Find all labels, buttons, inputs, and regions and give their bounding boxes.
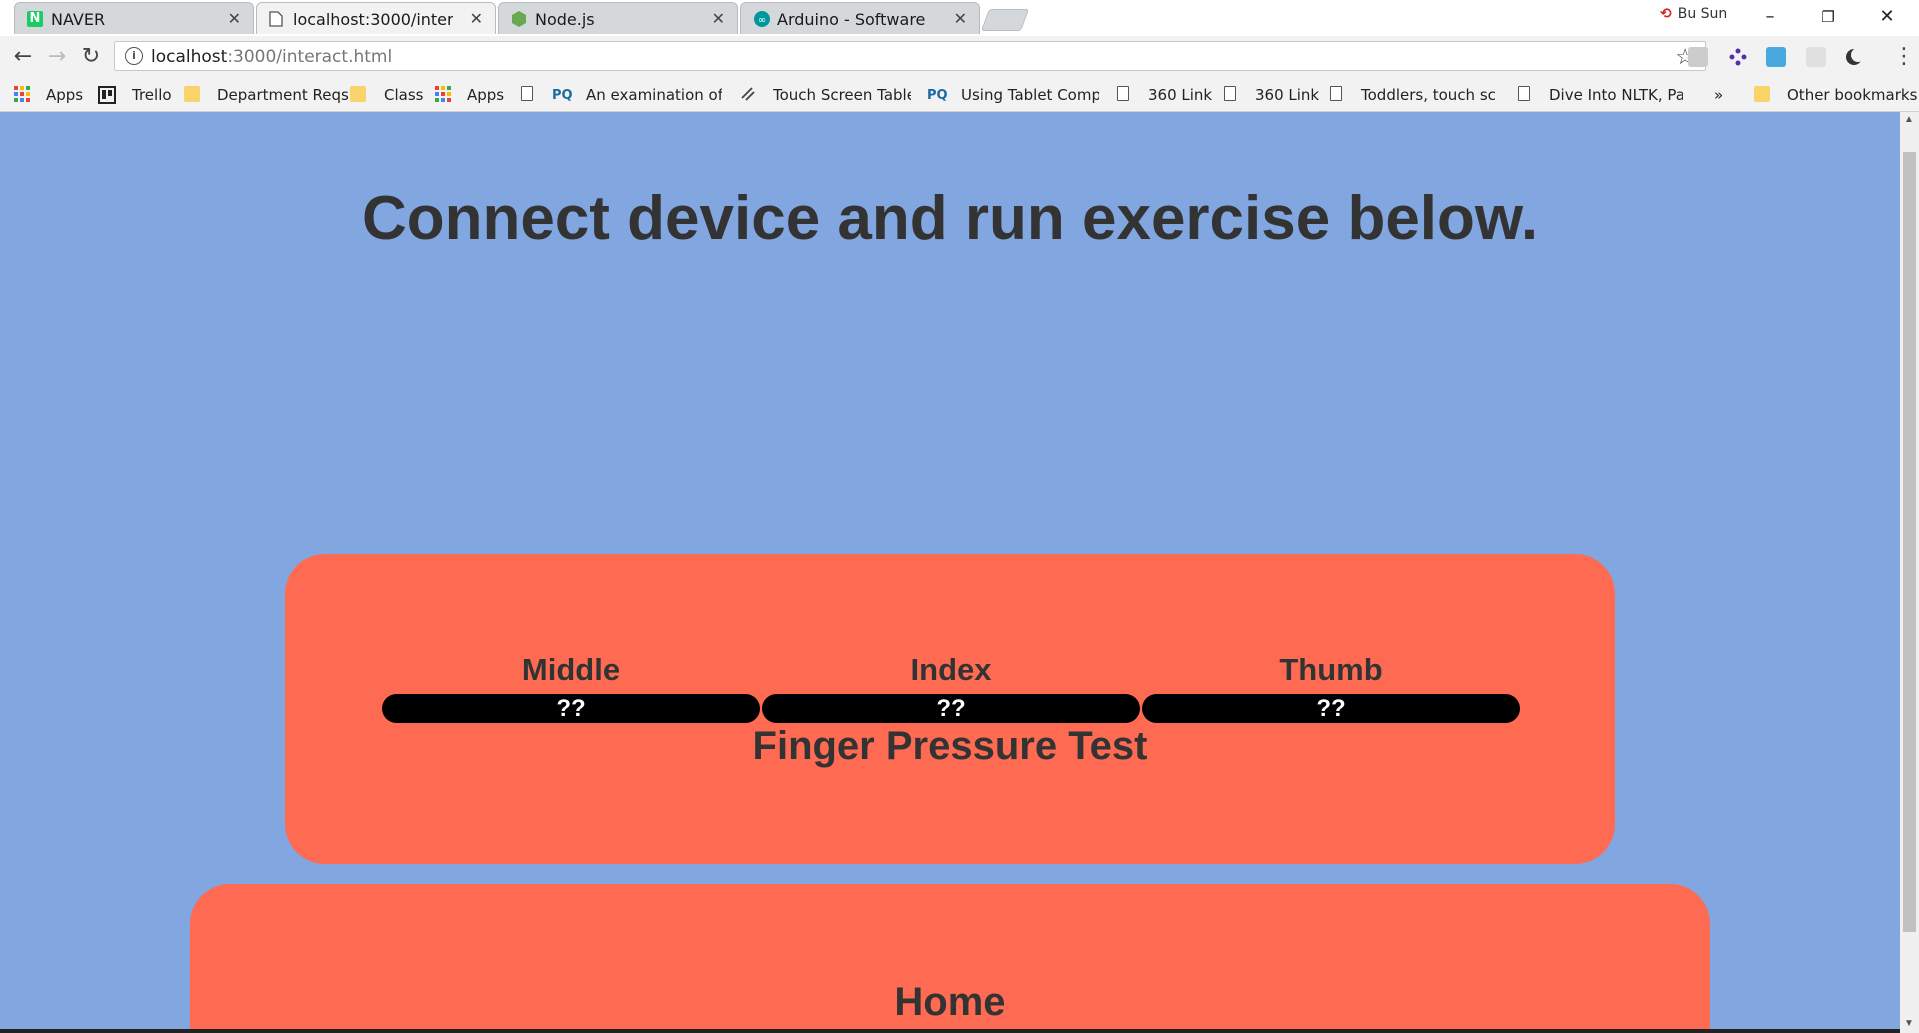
tab-nodejs[interactable]: Node.js ✕	[498, 2, 738, 34]
arduino-icon: ∞	[753, 11, 770, 27]
close-window-button[interactable]: ✕	[1867, 4, 1907, 30]
page-icon	[521, 86, 533, 101]
reload-button[interactable]: ↻	[78, 44, 104, 70]
bookmark-360-link[interactable]: 360 Link	[1148, 86, 1212, 104]
finger-middle: Middle ??	[382, 652, 760, 723]
page-content: Connect device and run exercise below. M…	[0, 112, 1900, 1033]
forward-button[interactable]: →	[44, 44, 70, 70]
bookmark-department-reqs[interactable]: Department Reqs	[217, 86, 349, 104]
pressure-value-bar: ??	[382, 694, 760, 723]
bookmark-apps-2[interactable]: Apps	[467, 86, 504, 104]
bookmark-touch-screen[interactable]: Touch Screen Tablets	[773, 86, 911, 104]
tab-arduino[interactable]: ∞ Arduino - Software ✕	[740, 2, 980, 34]
url-text: localhost:3000/interact.html	[151, 47, 393, 67]
address-bar[interactable]: i localhost:3000/interact.html ☆	[114, 41, 1706, 71]
page-icon	[1117, 86, 1129, 101]
folder-icon	[350, 86, 366, 102]
link-icon	[740, 86, 756, 102]
tab-label: Node.js	[535, 10, 595, 29]
new-tab-button[interactable]	[980, 9, 1030, 31]
scroll-up-icon[interactable]: ▲	[1904, 114, 1914, 125]
bookmark-360-link-2[interactable]: 360 Link	[1255, 86, 1319, 104]
bookmark-toddlers[interactable]: Toddlers, touch scre	[1361, 86, 1495, 104]
pressure-value-bar: ??	[1142, 694, 1520, 723]
extension-moon-icon[interactable]	[1844, 47, 1865, 67]
finger-label: Thumb	[1279, 652, 1383, 687]
scroll-down-icon[interactable]: ▼	[1904, 1018, 1914, 1029]
bookmarks-bar: Apps Trello Department Reqs Class Apps P…	[0, 78, 1919, 112]
tab-label: Arduino - Software	[777, 10, 926, 29]
minimize-button[interactable]: –	[1750, 4, 1790, 30]
apps-icon	[14, 86, 30, 102]
bookmark-dive-into-nltk[interactable]: Dive Into NLTK, Part	[1549, 86, 1683, 104]
page-icon	[1330, 86, 1342, 101]
page-icon	[1224, 86, 1236, 101]
browser-toolbar: ← → ↻ i localhost:3000/interact.html ☆ ⋮	[0, 36, 1919, 78]
close-icon[interactable]: ✕	[228, 9, 241, 28]
close-icon[interactable]: ✕	[712, 9, 725, 28]
tab-label: localhost:3000/interact.html	[293, 10, 453, 29]
page-icon	[1518, 86, 1530, 101]
pq-icon: PQ	[927, 88, 948, 103]
taskbar-edge	[0, 1029, 1900, 1033]
scrollbar[interactable]: ▲ ▼	[1900, 112, 1919, 1033]
folder-icon	[1754, 86, 1770, 102]
home-card[interactable]: Home	[190, 884, 1710, 1033]
test-title: Finger Pressure Test	[752, 724, 1148, 768]
finger-label: Index	[910, 652, 992, 687]
tab-strip: N NAVER ✕ localhost:3000/interact.html ✕…	[0, 0, 1919, 36]
user-name: Bu Sun	[1677, 6, 1728, 22]
close-icon[interactable]: ✕	[470, 9, 483, 28]
bookmark-examination[interactable]: An examination of tc	[586, 86, 722, 104]
info-icon[interactable]: i	[125, 47, 143, 65]
sync-icon: ⟲	[1660, 6, 1672, 22]
finger-thumb: Thumb ??	[1142, 652, 1520, 723]
pq-icon: PQ	[552, 88, 573, 103]
apps-icon	[435, 86, 451, 102]
restore-button[interactable]: ❐	[1808, 4, 1848, 30]
back-button[interactable]: ←	[10, 44, 36, 70]
tab-naver[interactable]: N NAVER ✕	[14, 2, 254, 34]
svg-text:∞: ∞	[758, 15, 766, 26]
finger-pressure-card: Middle ?? Index ?? Thumb ?? Finger Press…	[285, 554, 1615, 864]
extension-icon[interactable]	[1688, 47, 1708, 67]
pressure-value-bar: ??	[762, 694, 1140, 723]
page-heading: Connect device and run exercise below.	[361, 184, 1539, 253]
bookmark-class[interactable]: Class	[384, 86, 423, 104]
scrollbar-thumb[interactable]	[1903, 152, 1916, 932]
finger-index: Index ??	[762, 652, 1140, 723]
trello-icon	[98, 86, 116, 104]
other-bookmarks[interactable]: Other bookmarks	[1787, 86, 1917, 104]
bookmark-trello[interactable]: Trello	[132, 86, 172, 104]
folder-icon	[184, 86, 200, 102]
extension-dots-icon[interactable]	[1728, 47, 1748, 67]
extension-icon[interactable]	[1806, 47, 1826, 67]
page-icon	[269, 11, 285, 27]
menu-icon[interactable]: ⋮	[1893, 44, 1915, 70]
extension-icon[interactable]	[1766, 47, 1786, 67]
tab-label: NAVER	[51, 10, 106, 29]
close-icon[interactable]: ✕	[954, 9, 967, 28]
tab-interact[interactable]: localhost:3000/interact.html ✕	[256, 2, 496, 34]
finger-label: Middle	[521, 652, 621, 687]
naver-icon: N	[27, 11, 43, 27]
bookmark-using-tablet[interactable]: Using Tablet Compu	[961, 86, 1099, 104]
nodejs-icon	[511, 11, 527, 27]
bookmark-apps[interactable]: Apps	[46, 86, 83, 104]
user-profile-button[interactable]: ⟲ Bu Sun	[1660, 6, 1727, 22]
home-link[interactable]: Home	[190, 980, 1710, 1025]
bookmarks-overflow-button[interactable]: »	[1714, 86, 1723, 104]
